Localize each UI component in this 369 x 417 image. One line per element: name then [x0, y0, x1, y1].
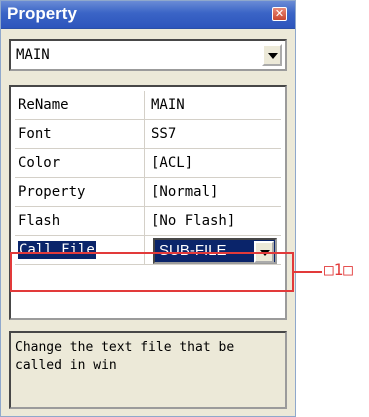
property-name: Flash: [18, 207, 145, 235]
property-name: Property: [18, 178, 145, 206]
property-value[interactable]: SS7: [151, 120, 176, 148]
title-bar[interactable]: Property ✕: [1, 1, 295, 29]
property-row-property[interactable]: Property [Normal]: [15, 178, 281, 207]
callout-label: □1□: [324, 260, 353, 279]
object-selector-value: MAIN: [16, 47, 50, 63]
close-button[interactable]: ✕: [272, 7, 287, 21]
property-row-font[interactable]: Font SS7: [15, 120, 281, 149]
object-selector-dropdown[interactable]: MAIN: [9, 39, 287, 71]
property-panel: Property ✕ MAIN ReName MAIN Font SS7 Col…: [0, 0, 296, 417]
property-value[interactable]: [ACL]: [151, 149, 193, 177]
description-box: Change the text file that be called in w…: [9, 331, 287, 409]
window-title: Property: [7, 4, 77, 23]
property-row-rename[interactable]: ReName MAIN: [15, 91, 281, 120]
chevron-down-icon[interactable]: [262, 44, 282, 66]
property-value[interactable]: [No Flash]: [151, 207, 235, 235]
description-text: Change the text file that be called in w…: [15, 340, 235, 373]
property-value[interactable]: [Normal]: [151, 178, 218, 206]
property-name: ReName: [18, 91, 145, 119]
property-row-flash[interactable]: Flash [No Flash]: [15, 207, 281, 236]
close-icon: ✕: [274, 7, 285, 20]
callout-highlight-box: [10, 252, 294, 292]
property-value[interactable]: MAIN: [151, 91, 185, 119]
property-name: Color: [18, 149, 145, 177]
callout-line: [294, 271, 322, 273]
property-row-color[interactable]: Color [ACL]: [15, 149, 281, 178]
property-name: Font: [18, 120, 145, 148]
